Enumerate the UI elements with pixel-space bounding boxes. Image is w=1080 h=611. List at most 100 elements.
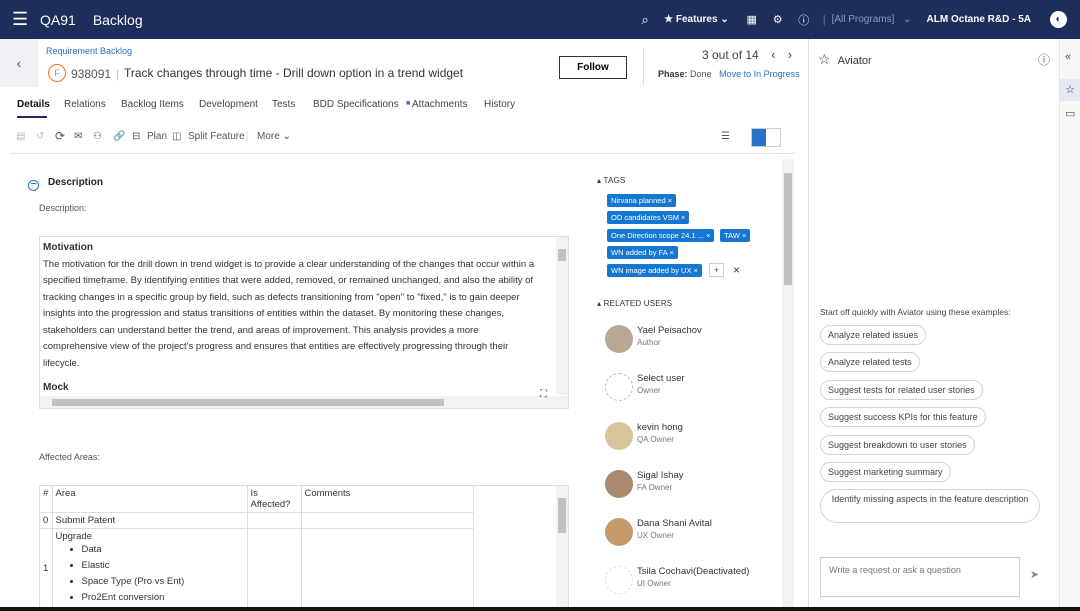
main-scrollbar[interactable]	[782, 159, 794, 607]
description-editor[interactable]: Motivation The motivation for the drill …	[39, 236, 569, 409]
suggestion-chip[interactable]: Analyze related tests	[820, 352, 920, 372]
header-divider	[643, 48, 644, 85]
module-title: Backlog	[92, 11, 143, 28]
area-cell: Upgrade Data Elastic Space Type (Pro vs …	[51, 528, 248, 609]
user-name: Dana Shani Avital	[637, 518, 712, 529]
editor-vscroll-thumb[interactable]	[558, 249, 566, 261]
list-item: Space Type (Pro vs Ent)	[82, 574, 244, 590]
plan-icon[interactable]: ⊟	[132, 131, 140, 142]
space-name[interactable]: ALM Octane R&D - 5A	[927, 14, 1031, 25]
comments-icon[interactable]: ▭	[1065, 107, 1075, 120]
main-scrollbar-thumb[interactable]	[784, 173, 792, 285]
features-label: Features	[675, 14, 718, 25]
search-icon[interactable]: ⌕	[632, 12, 658, 28]
team-icon[interactable]: ⚇	[93, 131, 102, 142]
aviator-rail-icon[interactable]: ☆	[1060, 79, 1080, 101]
refresh-icon[interactable]: ⟳	[55, 129, 65, 143]
email-icon[interactable]: ✉	[74, 131, 82, 142]
dashboard-icon[interactable]: ▦	[739, 13, 765, 26]
editor-vertical-scrollbar[interactable]	[556, 237, 568, 395]
description-text: Motivation The motivation for the drill …	[43, 240, 553, 397]
remove-tag-icon[interactable]: ×	[706, 231, 710, 240]
tag-chip[interactable]: WN image added by UX ×	[607, 264, 702, 277]
tag-chip[interactable]: WN added by FA ×	[607, 246, 678, 259]
description-heading: Description	[48, 177, 104, 188]
tab-history[interactable]: History	[484, 99, 515, 110]
filter-fields-icon[interactable]: ☰	[721, 131, 730, 142]
collapse-panel-icon[interactable]: «	[1065, 51, 1071, 63]
move-phase-link[interactable]: Move to In Progress	[719, 69, 800, 79]
clear-tags-icon[interactable]: ×	[733, 263, 740, 277]
tab-development[interactable]: Development	[199, 99, 258, 110]
save-icon[interactable]: ▤	[16, 131, 25, 142]
prev-arrow-icon[interactable]: ‹	[771, 47, 775, 62]
comments-cell	[300, 528, 474, 609]
entity-name[interactable]: Track changes through time - Drill down …	[124, 66, 463, 80]
tag-label: WN added by FA	[611, 248, 668, 257]
split-feature-icon[interactable]: ◫	[172, 131, 181, 142]
tags-section-header[interactable]: ▴ TAGS	[597, 176, 626, 185]
tag-chip[interactable]: TAW ×	[720, 229, 751, 242]
motivation-line: stakeholders can understand better the t…	[43, 324, 479, 336]
attachments-dot-icon: ■	[406, 100, 411, 107]
table-vscroll-thumb[interactable]	[558, 498, 566, 533]
editor-hscroll-thumb[interactable]	[52, 399, 444, 406]
link-icon[interactable]: 🔗	[113, 131, 125, 142]
tag-chip[interactable]: Nirvana planned ×	[607, 194, 677, 207]
description-section-header[interactable]: − Description	[28, 177, 103, 191]
tag-chip[interactable]: One Direction scope 24.1 ... ×	[607, 229, 715, 242]
form-view-icon[interactable]	[752, 129, 766, 146]
remove-tag-icon[interactable]: ×	[694, 266, 698, 275]
hamburger-menu-icon[interactable]: ☰	[12, 9, 28, 30]
editor-horizontal-scrollbar[interactable]	[40, 396, 568, 408]
plan-button[interactable]: Plan	[147, 131, 167, 142]
send-icon[interactable]: ➤	[1030, 568, 1039, 581]
remove-tag-icon[interactable]: ×	[668, 196, 672, 205]
tab-tests[interactable]: Tests	[272, 99, 295, 110]
more-button[interactable]: More ⌄	[257, 131, 291, 142]
programs-dropdown[interactable]: [All Programs] ⌄	[832, 14, 912, 25]
table-vertical-scrollbar[interactable]	[556, 486, 568, 610]
breadcrumb[interactable]: Requirement Backlog	[46, 46, 132, 56]
split-feature-button[interactable]: Split Feature	[188, 131, 245, 142]
tab-details[interactable]: Details	[17, 99, 50, 110]
avatar	[605, 470, 633, 498]
tab-bdd-specifications[interactable]: BDD Specifications	[313, 99, 399, 110]
tab-attachments[interactable]: Attachments	[412, 99, 468, 110]
collapse-icon[interactable]: −	[28, 180, 39, 191]
affected-areas-label: Affected Areas:	[39, 452, 100, 462]
next-arrow-icon[interactable]: ›	[788, 47, 792, 62]
tag-label: OD candidates VSM	[611, 213, 679, 222]
history-icon[interactable]: ↺	[36, 131, 44, 142]
suggestion-chip[interactable]: Suggest breakdown to user stories	[820, 435, 975, 455]
add-tag-button[interactable]: +	[709, 263, 724, 277]
suggestion-chip[interactable]: Analyze related issues	[820, 325, 927, 345]
help-icon[interactable]: ⓘ	[791, 12, 817, 28]
workspace-name[interactable]: QA91	[40, 12, 76, 28]
remove-tag-icon[interactable]: ×	[669, 248, 673, 257]
affected-areas-table[interactable]: # Area Is Affected? Comments 0 Submit Pa…	[39, 485, 569, 611]
tab-backlog-items[interactable]: Backlog Items	[121, 99, 184, 110]
tag-label: One Direction scope 24.1 ...	[611, 231, 704, 240]
features-dropdown[interactable]: ★ Features ⌄	[664, 14, 729, 25]
related-users-section-header[interactable]: ▴ RELATED USERS	[597, 299, 672, 308]
remove-tag-icon[interactable]: ×	[681, 213, 685, 222]
motivation-line: lifecycle.	[43, 357, 80, 369]
gear-icon[interactable]: ⚙	[765, 13, 791, 26]
suggestion-chip[interactable]: Suggest tests for related user stories	[820, 380, 983, 400]
split-view-icon[interactable]	[766, 129, 780, 146]
layout-toggle[interactable]	[751, 128, 781, 147]
suggestion-chip[interactable]: Identify missing aspects in the feature …	[820, 489, 1040, 523]
remove-tag-icon[interactable]: ×	[742, 231, 746, 240]
suggestion-chip[interactable]: Suggest marketing summary	[820, 462, 951, 482]
aviator-prompt-input[interactable]: Write a request or ask a question	[820, 557, 1020, 597]
user-avatar-icon[interactable]: ◐	[1050, 11, 1067, 28]
follow-button[interactable]: Follow	[559, 56, 627, 79]
info-icon[interactable]: ⓘ	[1038, 51, 1050, 68]
expand-icon[interactable]: ⛶	[540, 389, 547, 400]
back-button[interactable]: ‹	[0, 39, 38, 87]
row-number: 0	[40, 512, 53, 529]
suggestion-chip[interactable]: Suggest success KPIs for this feature	[820, 407, 986, 427]
tag-chip[interactable]: OD candidates VSM ×	[607, 211, 690, 224]
tab-relations[interactable]: Relations	[64, 99, 106, 110]
